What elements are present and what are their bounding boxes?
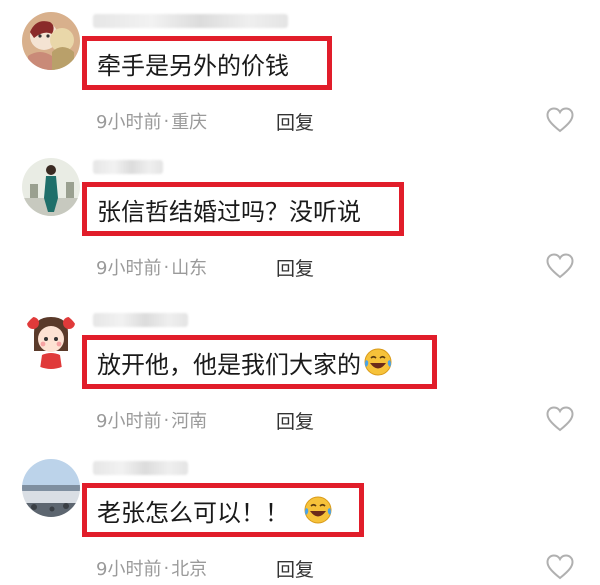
comment-item: 放开他，他是我们大家的 9小时前 · 河南 回复 xyxy=(0,311,600,434)
comment-meta: 9小时前 · 河南 xyxy=(96,407,207,433)
comment-text-highlight: 牵手是另外的价钱 xyxy=(82,36,332,90)
comment-text: 牵手是另外的价钱 xyxy=(97,51,289,80)
meta-separator: · xyxy=(163,557,170,579)
comment-text-highlight: 老张怎么可以！！ xyxy=(82,483,364,537)
meta-separator: · xyxy=(163,409,170,431)
landscape-avatar-icon[interactable] xyxy=(22,459,80,517)
reply-button[interactable]: 回复 xyxy=(276,555,314,582)
comment-item: 牵手是另外的价钱 9小时前 · 重庆 回复 xyxy=(0,12,600,135)
comment-text-highlight: 张信哲结婚过吗？没听说 xyxy=(82,182,404,236)
comment-time: 9小时前 xyxy=(96,559,162,580)
comment-location: 山东 xyxy=(171,258,208,279)
reply-button[interactable]: 回复 xyxy=(276,108,314,135)
comment-text: 老张怎么可以！！ xyxy=(97,498,289,527)
reply-button[interactable]: 回复 xyxy=(276,407,314,434)
comment-time: 9小时前 xyxy=(96,258,162,279)
comment-meta: 9小时前 · 重庆 xyxy=(96,108,207,134)
heart-icon[interactable] xyxy=(546,554,574,580)
comment-meta: 9小时前 · 山东 xyxy=(96,254,207,280)
person-photo-avatar-icon[interactable] xyxy=(22,158,80,216)
comment-text-highlight: 放开他，他是我们大家的 xyxy=(82,335,437,389)
heart-icon[interactable] xyxy=(546,406,574,432)
comment-location: 河南 xyxy=(171,411,208,432)
reply-button[interactable]: 回复 xyxy=(276,254,314,281)
cartoon-girl-avatar-icon[interactable] xyxy=(22,311,80,369)
comment-time: 9小时前 xyxy=(96,112,162,133)
username-blurred xyxy=(93,461,188,475)
comment-location: 北京 xyxy=(171,559,208,580)
comment-time: 9小时前 xyxy=(96,411,162,432)
cartoon-avatar-icon[interactable] xyxy=(22,12,80,70)
meta-separator: · xyxy=(163,256,170,278)
username-blurred xyxy=(93,14,288,28)
comment-location: 重庆 xyxy=(171,112,208,133)
comment-item: 张信哲结婚过吗？没听说 9小时前 · 山东 回复 xyxy=(0,158,600,281)
laughing-tears-emoji-icon xyxy=(303,495,333,525)
comment-text: 放开他，他是我们大家的 xyxy=(97,350,361,379)
username-blurred xyxy=(93,160,163,174)
comment-text: 张信哲结婚过吗？没听说 xyxy=(97,197,361,226)
username-blurred xyxy=(93,313,188,327)
meta-separator: · xyxy=(163,110,170,132)
heart-icon[interactable] xyxy=(546,107,574,133)
comment-item: 老张怎么可以！！ 9小时前 · 北京 回复 xyxy=(0,459,600,582)
comment-meta: 9小时前 · 北京 xyxy=(96,555,207,581)
laughing-tears-emoji-icon xyxy=(363,347,393,377)
heart-icon[interactable] xyxy=(546,253,574,279)
